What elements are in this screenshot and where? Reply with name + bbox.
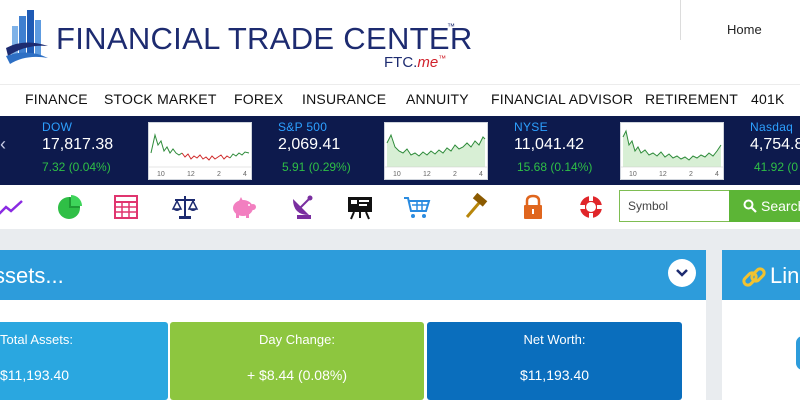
ticker-chart-nyse[interactable]: 10 12 2 4 xyxy=(620,122,724,180)
chart-tick: 4 xyxy=(479,171,483,178)
chart-tick: 12 xyxy=(659,171,667,178)
collapse-toggle-button[interactable] xyxy=(668,259,696,287)
presentation-board-icon[interactable] xyxy=(346,193,374,221)
logo-subtitle-accent: me xyxy=(417,54,439,71)
chart-tick: 2 xyxy=(217,171,221,178)
ticker-chart-sp500[interactable]: 10 12 2 4 xyxy=(384,122,488,180)
menu-item-finance[interactable]: FINANCE xyxy=(25,91,88,107)
sparkline-nyse: 10 12 2 4 xyxy=(621,129,723,178)
chart-tick: 10 xyxy=(157,171,165,178)
chart-tick: 4 xyxy=(243,171,247,178)
ticker-change-nasdaq: 41.92 (0 xyxy=(754,160,799,174)
chart-tick: 10 xyxy=(629,171,637,178)
ticker-value-dow: 17,817.38 xyxy=(42,136,114,153)
ticker-name-sp500[interactable]: S&P 500 xyxy=(278,120,327,134)
total-assets-card[interactable]: Total Assets: $11,193.40 xyxy=(0,322,168,400)
market-ticker: ‹ DOW 17,817.38 7.32 (0.04%) 10 12 2 4 S… xyxy=(0,116,800,185)
ticker-name-nasdaq[interactable]: Nasdaq xyxy=(750,120,793,134)
menu-item-401k[interactable]: 401K xyxy=(751,91,785,107)
ticker-name-dow[interactable]: DOW xyxy=(42,120,72,134)
menu-item-forex[interactable]: FOREX xyxy=(234,91,283,107)
links-panel-title: Link xyxy=(770,263,800,288)
symbol-search-input[interactable] xyxy=(619,190,729,222)
assets-panel-header xyxy=(0,250,706,300)
assets-panel-title: ssets... xyxy=(0,263,64,288)
total-assets-label: Total Assets: xyxy=(0,332,73,347)
search-button[interactable]: Search xyxy=(729,190,800,222)
sparkline-dow: 10 12 2 4 xyxy=(149,133,251,178)
menu-item-stock-market[interactable]: STOCK MARKET xyxy=(104,91,217,107)
chart-tick: 12 xyxy=(187,171,195,178)
hammer-icon[interactable] xyxy=(461,193,489,221)
logo-title[interactable]: FINANCIAL TRADE CENTER xyxy=(56,22,473,56)
logo-trademark: ™ xyxy=(447,22,455,31)
lifebuoy-icon[interactable] xyxy=(577,193,605,221)
menu-item-annuity[interactable]: ANNUITY xyxy=(406,91,469,107)
calculator-grid-icon[interactable] xyxy=(113,193,141,221)
scales-icon[interactable] xyxy=(171,193,199,221)
links-widget-edge xyxy=(796,336,800,370)
link-chain-icon xyxy=(740,263,768,291)
day-change-value: + $8.44 (0.08%) xyxy=(246,367,347,383)
lock-icon[interactable] xyxy=(519,193,547,221)
total-assets-value: $11,193.40 xyxy=(0,367,70,383)
ticker-value-nasdaq: 4,754.8 xyxy=(750,136,800,153)
search-icon xyxy=(743,199,757,213)
net-worth-value: $11,193.40 xyxy=(519,367,590,383)
ticker-value-sp500: 2,069.41 xyxy=(278,136,341,153)
chart-tick: 2 xyxy=(453,171,457,178)
satellite-dish-icon[interactable] xyxy=(289,193,317,221)
ticker-prev-arrow-icon[interactable]: ‹ xyxy=(0,134,6,155)
net-worth-label: Net Worth: xyxy=(523,332,586,347)
logo-subtitle-trademark: ™ xyxy=(438,54,447,63)
logo-subtitle-main: FTC. xyxy=(384,54,418,71)
chart-tick: 10 xyxy=(393,171,401,178)
ticker-value-nyse: 11,041.42 xyxy=(514,136,584,153)
pie-chart-icon[interactable] xyxy=(55,193,83,221)
menu-item-insurance[interactable]: INSURANCE xyxy=(302,91,386,107)
search-button-label: Search xyxy=(761,198,800,214)
chevron-down-icon xyxy=(676,269,688,277)
ticker-change-sp500: 5.91 (0.29%) xyxy=(282,160,351,174)
ticker-chart-dow[interactable]: 10 12 2 4 xyxy=(148,122,252,180)
day-change-label: Day Change: xyxy=(259,332,335,347)
logo-subtitle: FTC.me™ xyxy=(384,54,446,71)
sparkline-sp500: 10 12 2 4 xyxy=(385,133,487,178)
menu-item-retirement[interactable]: RETIREMENT xyxy=(645,91,738,107)
ticker-change-nyse: 15.68 (0.14%) xyxy=(517,160,593,174)
net-worth-card[interactable]: Net Worth: $11,193.40 xyxy=(427,322,682,400)
shopping-cart-icon[interactable] xyxy=(403,193,431,221)
menu-item-financial-advisor[interactable]: FINANCIAL ADVISOR xyxy=(491,91,633,107)
chart-tick: 4 xyxy=(715,171,719,178)
header-divider xyxy=(680,0,681,40)
chart-tick: 2 xyxy=(689,171,693,178)
day-change-card[interactable]: Day Change: + $8.44 (0.08%) xyxy=(170,322,424,400)
nav-home-link[interactable]: Home xyxy=(727,22,762,37)
piggy-bank-icon[interactable] xyxy=(229,193,257,221)
ticker-name-nyse[interactable]: NYSE xyxy=(514,120,548,134)
line-chart-icon[interactable] xyxy=(0,193,24,221)
main-menu: FINANCE STOCK MARKET FOREX INSURANCE ANN… xyxy=(0,84,800,115)
ticker-change-dow: 7.32 (0.04%) xyxy=(42,160,111,174)
chart-tick: 12 xyxy=(423,171,431,178)
ftc-logo-icon[interactable] xyxy=(4,8,50,70)
